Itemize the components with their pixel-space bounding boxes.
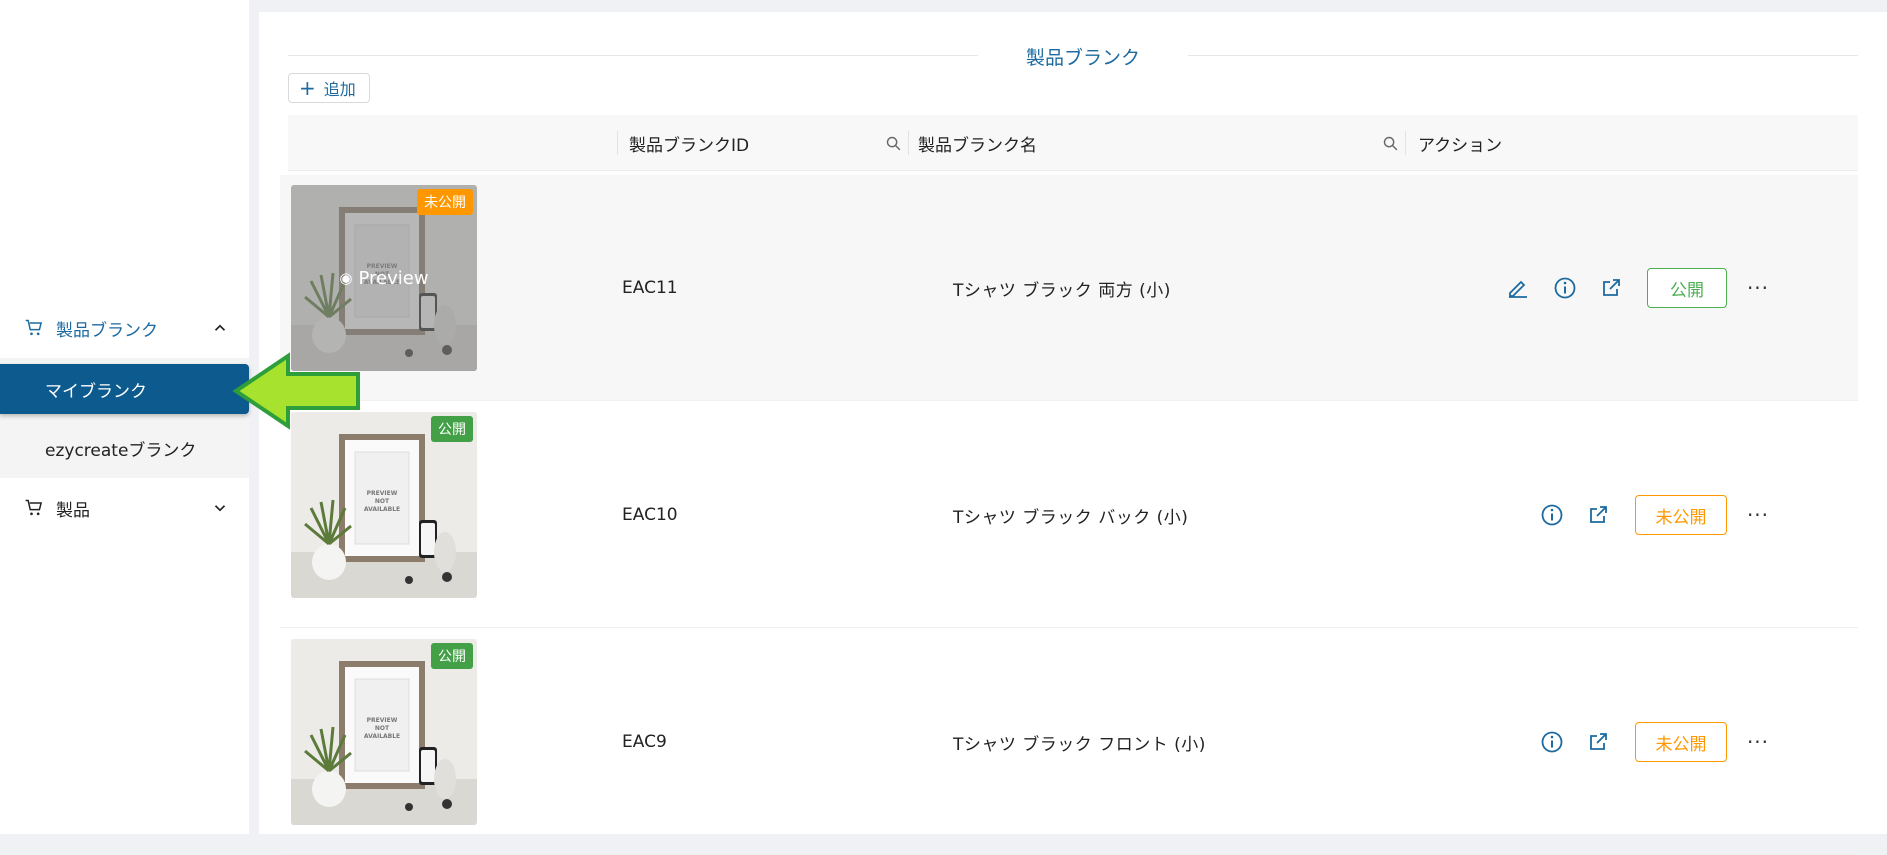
column-header-actions: アクション: [1418, 135, 1503, 156]
column-separator: [1405, 131, 1406, 155]
svg-text:AVAILABLE: AVAILABLE: [364, 733, 400, 740]
blank-id: EAC11: [622, 278, 678, 298]
external-link-icon[interactable]: [1599, 276, 1623, 300]
product-thumbnail[interactable]: PREVIEW NOT AVAILABLE ◉ Preview 未公開: [291, 185, 477, 371]
status-badge: 公開: [431, 416, 473, 442]
column-header-name: 製品ブランク名: [918, 135, 1037, 156]
blank-id: EAC9: [622, 732, 667, 752]
column-header-id: 製品ブランクID: [629, 135, 750, 156]
svg-text:PREVIEW: PREVIEW: [367, 490, 398, 497]
chevron-up-icon: [214, 324, 226, 331]
sidebar-group-label: 製品ブランク: [56, 320, 158, 341]
external-link-icon[interactable]: [1586, 503, 1610, 527]
info-icon[interactable]: [1553, 276, 1577, 300]
publish-button[interactable]: 公開: [1647, 268, 1727, 308]
blank-id: EAC10: [622, 505, 678, 525]
status-badge: 公開: [431, 643, 473, 669]
eye-icon: ◉: [339, 269, 353, 287]
table-row[interactable]: PREVIEW NOT AVAILABLE 公開 EAC10 Tシャツ ブラック…: [280, 402, 1858, 628]
title-row: 製品ブランク: [288, 42, 1858, 69]
edit-icon[interactable]: [1506, 276, 1530, 300]
add-button-label: 追加: [323, 80, 356, 99]
external-link-icon[interactable]: [1586, 730, 1610, 754]
table-row[interactable]: PREVIEW NOT AVAILABLE 公開 EAC9 Tシャツ ブラック …: [280, 629, 1858, 855]
cart-icon: [25, 499, 43, 516]
preview-label: Preview: [358, 267, 429, 289]
table-row[interactable]: PREVIEW NOT AVAILABLE ◉ Preview 未公開 EAC1…: [280, 175, 1858, 401]
more-icon[interactable]: ···: [1746, 276, 1770, 300]
status-badge: 未公開: [417, 189, 473, 215]
sidebar-group-product-blanks[interactable]: 製品ブランク: [0, 298, 249, 358]
product-thumbnail[interactable]: PREVIEW NOT AVAILABLE 公開: [291, 639, 477, 825]
cart-icon: [25, 319, 43, 336]
chevron-down-icon: [214, 505, 226, 512]
info-icon[interactable]: [1540, 503, 1564, 527]
info-icon[interactable]: [1540, 730, 1564, 754]
product-thumbnail[interactable]: PREVIEW NOT AVAILABLE 公開: [291, 412, 477, 598]
column-separator: [908, 131, 909, 155]
blank-name: Tシャツ ブラック 両方 (小): [953, 280, 1171, 301]
sidebar-item-ezycreate-blanks[interactable]: ezycreateブランク: [0, 418, 249, 478]
svg-text:NOT: NOT: [375, 498, 390, 505]
main-panel: 製品ブランク + 追加 製品ブランクID 製品ブランク名 アクション PREVI…: [259, 12, 1887, 855]
sidebar-item-my-blanks[interactable]: マイブランク: [0, 364, 249, 414]
table-header: 製品ブランクID 製品ブランク名 アクション: [288, 115, 1858, 171]
unpublish-button[interactable]: 未公開: [1635, 495, 1727, 535]
plus-icon: +: [299, 76, 316, 100]
svg-text:AVAILABLE: AVAILABLE: [364, 506, 400, 513]
blank-name: Tシャツ ブラック フロント (小): [953, 734, 1206, 755]
search-icon[interactable]: [885, 135, 902, 152]
more-icon[interactable]: ···: [1746, 730, 1770, 754]
annotation-arrow: [232, 352, 360, 430]
svg-text:NOT: NOT: [375, 725, 390, 732]
sidebar-group-products[interactable]: 製品: [0, 478, 249, 538]
svg-text:PREVIEW: PREVIEW: [367, 717, 398, 724]
divider: [1188, 55, 1858, 56]
divider: [288, 55, 978, 56]
blank-name: Tシャツ ブラック バック (小): [953, 507, 1189, 528]
add-button[interactable]: + 追加: [288, 73, 370, 103]
unpublish-button[interactable]: 未公開: [1635, 722, 1727, 762]
page-title: 製品ブランク: [1025, 47, 1140, 69]
sidebar: 製品ブランク マイブランク ezycreateブランク 製品: [0, 0, 249, 834]
sidebar-group-label: 製品: [56, 500, 90, 521]
search-icon[interactable]: [1382, 135, 1399, 152]
column-separator: [617, 131, 618, 155]
more-icon[interactable]: ···: [1746, 503, 1770, 527]
